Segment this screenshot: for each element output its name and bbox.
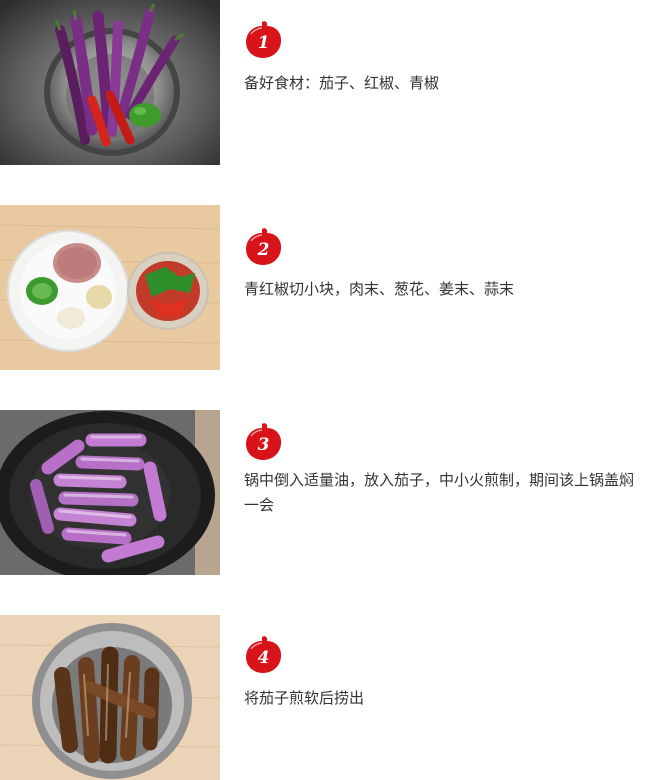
- step-description: 锅中倒入适量油，放入茄子，中小火煎制，期间该上锅盖焖一会: [244, 471, 635, 514]
- step-description: 青红椒切小块，肉末、葱花、姜末、蒜末: [244, 280, 515, 298]
- step-1-photo: [0, 0, 220, 165]
- recipe-step-3: 3 锅中倒入适量油，放入茄子，中小火煎制，期间该上锅盖焖一会: [0, 410, 666, 575]
- step-3-photo: [0, 410, 220, 575]
- step-2-photo: [0, 205, 220, 370]
- step-number-badge: 3: [246, 423, 282, 460]
- step-number: 1: [258, 33, 270, 53]
- step-number: 4: [258, 648, 270, 668]
- step-4-photo: [0, 615, 220, 780]
- recipe-step-4: 4 将茄子煎软后捞出: [0, 615, 666, 780]
- step-number-badge: 1: [246, 21, 282, 58]
- step-number-badge: 2: [246, 228, 282, 265]
- recipe-step-2: 2 青红椒切小块，肉末、葱花、姜末、蒜末: [0, 205, 666, 370]
- step-number: 2: [257, 240, 270, 260]
- step-description: 备好食材：茄子、红椒、青椒: [244, 74, 440, 92]
- step-number-badge: 4: [246, 636, 282, 673]
- recipe-step-1: 1 备好食材：茄子、红椒、青椒: [0, 0, 666, 165]
- step-number: 3: [258, 435, 270, 455]
- step-description: 将茄子煎软后捞出: [244, 689, 365, 707]
